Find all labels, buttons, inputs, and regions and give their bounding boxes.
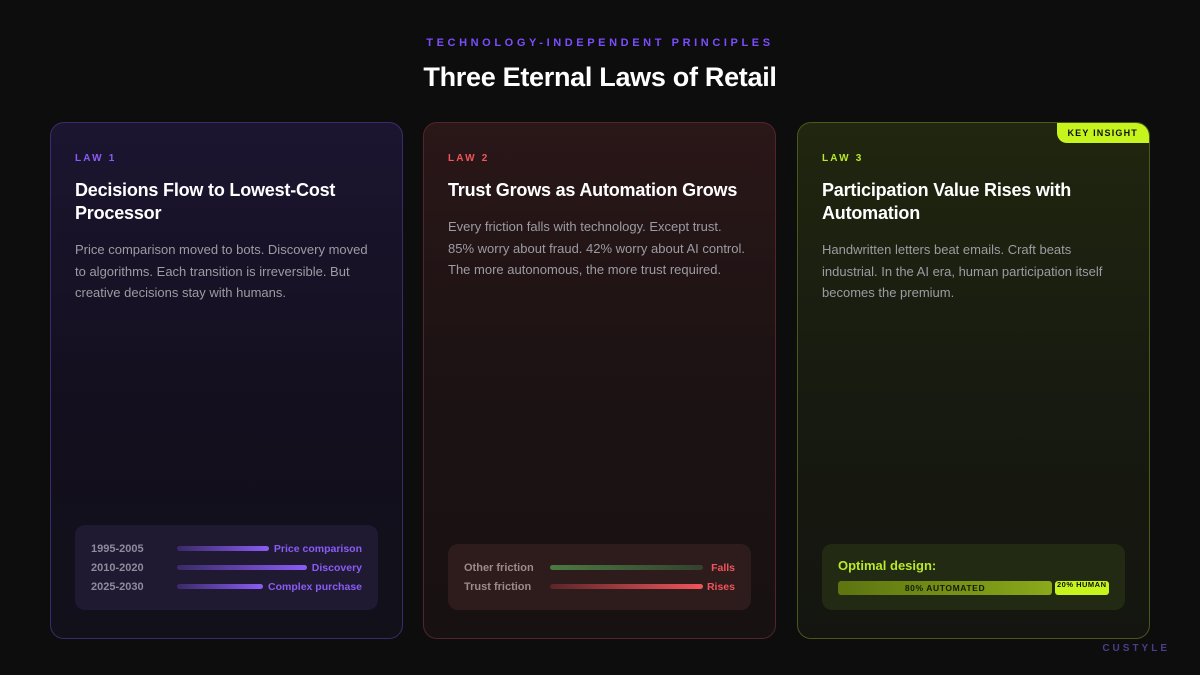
timeline-period: 1995-2005 [91,542,144,555]
eyebrow-label: TECHNOLOGY-INDEPENDENT PRINCIPLES [426,37,774,49]
card-description: Handwritten letters beat emails. Craft b… [822,242,1103,300]
timeline-row: 1995-2005 Price comparison [91,539,362,558]
card-title: Decisions Flow to Lowest-Cost Processor [75,180,336,223]
timeline-period: 2010-2020 [91,561,144,574]
timeline-period: 2025-2030 [91,580,144,593]
law-card-2: LAW 2 Trust Grows as Automation Grows Ev… [423,122,776,639]
friction-row: Trust friction Rises [464,577,735,596]
friction-label: Other friction [464,561,534,574]
friction-label: Trust friction [464,580,532,593]
timeline-bar [177,565,307,570]
law-card-3: KEY INSIGHT LAW 3 Participation Value Ri… [797,122,1150,639]
card-title: Trust Grows as Automation Grows [448,180,738,200]
friction-panel: Other friction Falls Trust friction Rise… [448,544,751,610]
friction-trend: Falls [711,561,735,574]
slide-header: TECHNOLOGY-INDEPENDENT PRINCIPLES Three … [0,37,1200,93]
friction-trend: Rises [706,580,735,593]
timeline-panel: 1995-2005 Price comparison 2010-2020 Dis… [75,525,378,610]
timeline-label: Price comparison [273,542,362,555]
key-insight-badge: KEY INSIGHT [1057,123,1149,143]
timeline-label: Discovery [311,561,362,574]
card-description: Every friction falls with technology. Ex… [448,219,745,277]
page-title: Three Eternal Laws of Retail [423,62,777,92]
law-card-1: LAW 1 Decisions Flow to Lowest-Cost Proc… [50,122,403,639]
human-segment: 20% HUMAN [1055,581,1109,595]
card-description: Price comparison moved to bots. Discover… [75,242,368,300]
timeline-bar [177,584,263,589]
law-tag: LAW 1 [75,153,117,164]
optimal-design-label: Optimal design: [838,558,937,573]
timeline-row: 2010-2020 Discovery [91,558,362,577]
timeline-row: 2025-2030 Complex purchase [91,577,362,596]
friction-bar-falls [550,565,703,570]
automation-split-bar: 80% AUTOMATED 20% HUMAN [838,581,1109,595]
timeline-label: Complex purchase [268,580,362,593]
friction-bar-rises [550,584,703,589]
friction-row: Other friction Falls [464,558,735,577]
law-tag: LAW 2 [448,153,490,164]
optimal-design-panel: Optimal design: 80% AUTOMATED 20% HUMAN [822,544,1125,610]
brand-watermark: CUSTYLE [1102,643,1170,654]
card-title: Participation Value Rises with Automatio… [822,180,1072,223]
timeline-bar [177,546,269,551]
automated-segment: 80% AUTOMATED [838,581,1052,595]
law-tag: LAW 3 [822,153,864,164]
